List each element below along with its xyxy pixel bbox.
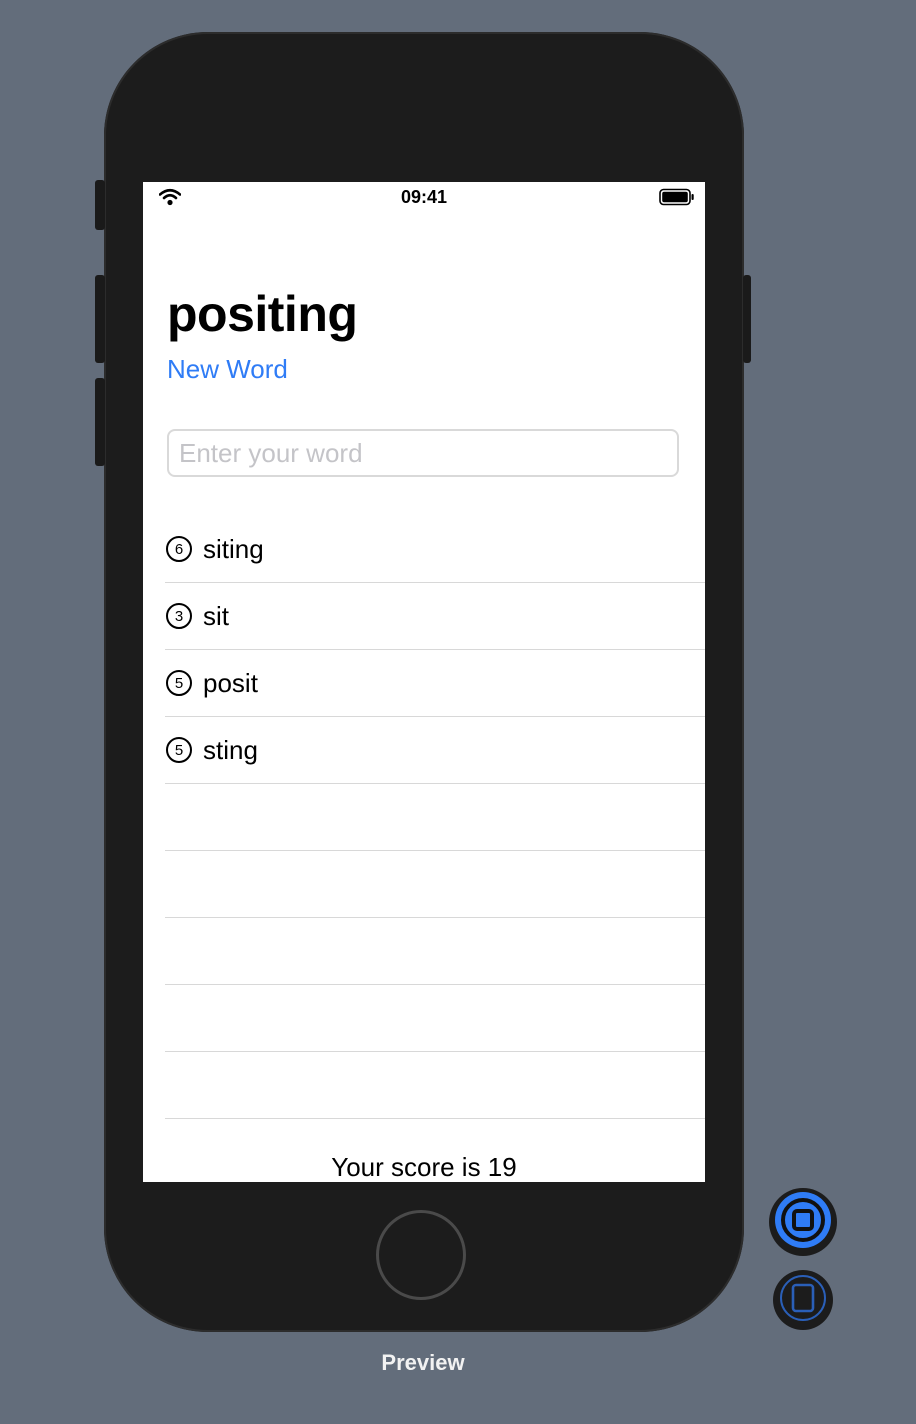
preview-on-device-button[interactable]: [773, 1270, 833, 1330]
preview-label: Preview: [381, 1350, 465, 1375]
word-label: sting: [203, 734, 258, 765]
list-item: 6 siting: [165, 516, 705, 583]
letter-count-circle-icon: 6: [166, 536, 192, 562]
list-item: 3 sit: [165, 583, 705, 650]
word-list: 6 siting 3 sit 5 posit 5 sting: [165, 516, 705, 1119]
list-item: 5 sting: [165, 717, 705, 784]
empty-row: [165, 851, 705, 918]
new-word-button[interactable]: New Word: [167, 354, 288, 385]
live-preview-icon: [773, 1190, 833, 1255]
home-button[interactable]: [376, 1210, 466, 1300]
empty-row: [165, 1052, 705, 1119]
status-time: 09:41: [400, 187, 448, 207]
navigation-title: positing: [167, 286, 358, 342]
silent-switch: [95, 180, 105, 230]
battery-icon: [659, 188, 695, 211]
device-screen: 09:41 positing New Word 6 siting 3 sit 5…: [143, 182, 705, 1182]
device-icon: [778, 1273, 828, 1328]
live-preview-button[interactable]: [769, 1188, 837, 1256]
volume-down-button: [95, 378, 105, 466]
power-button: [743, 275, 751, 363]
list-item: 5 posit: [165, 650, 705, 717]
word-input[interactable]: [167, 429, 679, 477]
empty-row: [165, 918, 705, 985]
word-label: sit: [203, 600, 229, 631]
word-label: posit: [203, 667, 258, 698]
letter-count-circle-icon: 3: [166, 603, 192, 629]
empty-row: [165, 784, 705, 851]
volume-up-button: [95, 275, 105, 363]
score-label: Your score is 19: [331, 1152, 517, 1182]
word-label: siting: [203, 533, 264, 564]
status-bar: 09:41: [143, 182, 705, 212]
letter-count-circle-icon: 5: [166, 670, 192, 696]
empty-row: [165, 985, 705, 1052]
letter-count-circle-icon: 5: [166, 737, 192, 763]
